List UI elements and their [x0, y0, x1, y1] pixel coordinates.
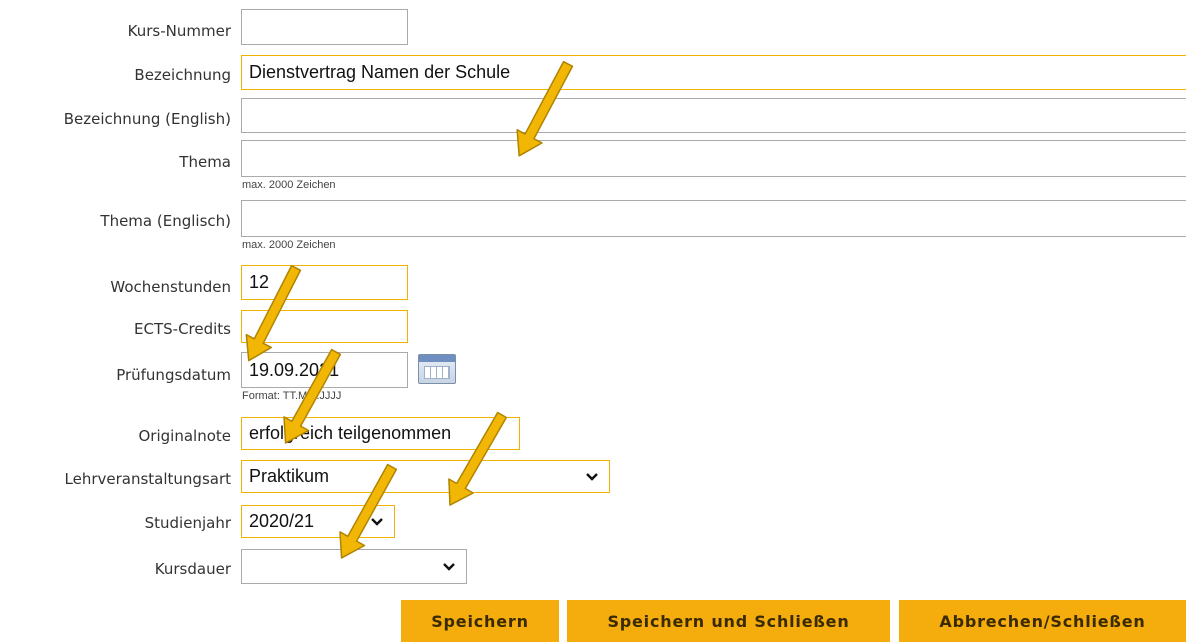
ects-credits-input[interactable]	[241, 310, 408, 343]
lehrveranstaltungsart-value: Praktikum	[249, 466, 330, 486]
pruefungsdatum-input[interactable]: 19.09.2021	[241, 352, 408, 388]
thema-textarea[interactable]	[241, 140, 1186, 177]
thema-english-textarea[interactable]	[241, 200, 1186, 237]
originalnote-label: Originalnote	[138, 427, 232, 445]
thema-english-hint: max. 2000 Zeichen	[242, 239, 336, 251]
kurs-nummer-label: Kurs-Nummer	[127, 22, 231, 40]
calendar-icon[interactable]	[418, 354, 456, 384]
studienjahr-value: 2020/21	[249, 511, 315, 531]
bezeichnung-english-label: Bezeichnung (English)	[63, 110, 231, 128]
kurs-nummer-input[interactable]	[241, 9, 408, 45]
kursdauer-label: Kursdauer	[154, 560, 231, 578]
pruefungsdatum-hint: Format: TT.MM.JJJJ	[242, 390, 342, 402]
thema-hint: max. 2000 Zeichen	[242, 179, 336, 191]
cancel-close-button[interactable]: Abbrechen/Schließen	[899, 600, 1186, 642]
wochenstunden-label: Wochenstunden	[110, 278, 231, 296]
studienjahr-select[interactable]: 2020/21	[241, 505, 395, 538]
bezeichnung-english-input[interactable]	[241, 98, 1186, 133]
bezeichnung-label: Bezeichnung	[134, 66, 231, 84]
lehrveranstaltungsart-label: Lehrveranstaltungsart	[64, 470, 232, 488]
chevron-down-icon	[443, 562, 455, 571]
originalnote-input[interactable]: erfolgreich teilgenommen	[241, 417, 520, 450]
lehrveranstaltungsart-select[interactable]: Praktikum	[241, 460, 610, 493]
pruefungsdatum-label: Prüfungsdatum	[116, 366, 231, 384]
chevron-down-icon	[586, 472, 598, 481]
kursdauer-select[interactable]	[241, 549, 467, 584]
thema-english-label: Thema (Englisch)	[100, 212, 231, 230]
save-and-close-button[interactable]: Speichern und Schließen	[567, 600, 890, 642]
thema-label: Thema	[179, 153, 231, 171]
chevron-down-icon	[371, 517, 383, 526]
save-button[interactable]: Speichern	[401, 600, 559, 642]
ects-credits-label: ECTS-Credits	[134, 320, 231, 338]
wochenstunden-input[interactable]: 12	[241, 265, 408, 300]
studienjahr-label: Studienjahr	[144, 514, 231, 532]
bezeichnung-input[interactable]: Dienstvertrag Namen der Schule	[241, 55, 1186, 90]
